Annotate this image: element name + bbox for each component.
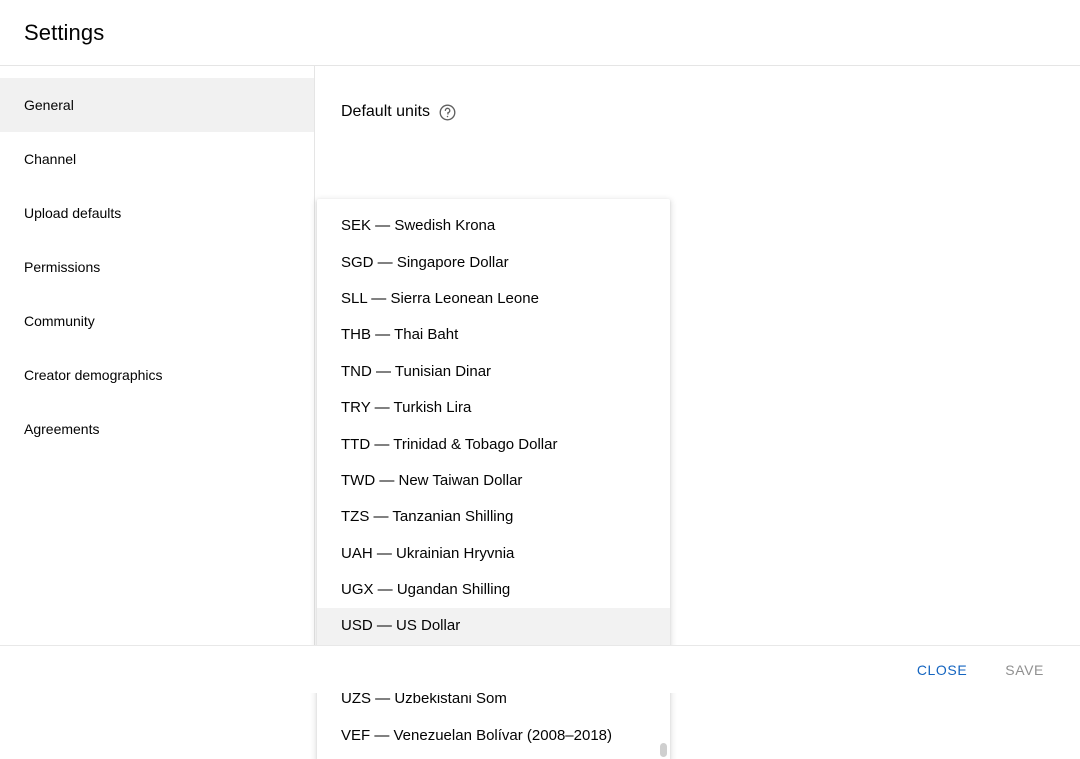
dialog-footer: Close Save xyxy=(0,645,1080,693)
dropdown-option[interactable]: UAH — Ukrainian Hryvnia xyxy=(317,536,670,572)
default-units-label: Default units xyxy=(341,101,430,123)
dropdown-option-label: TND — Tunisian Dinar xyxy=(341,362,491,382)
sidebar-item-label: Upload defaults xyxy=(24,203,121,223)
dropdown-option[interactable]: THB — Thai Baht xyxy=(317,317,670,353)
settings-dialog: Settings General Channel Upload defaults Pe… xyxy=(0,0,1080,693)
dropdown-option-label: TTD — Trinidad & Tobago Dollar xyxy=(341,435,557,455)
dropdown-option[interactable]: SEK — Swedish Krona xyxy=(317,208,670,244)
sidebar-item-label: General xyxy=(24,95,74,115)
dropdown-option[interactable]: TWD — New Taiwan Dollar xyxy=(317,463,670,499)
sidebar-item-creator-demographics[interactable]: Creator demographics xyxy=(0,348,314,402)
dropdown-option[interactable]: SGD — Singapore Dollar xyxy=(317,244,670,280)
dropdown-option[interactable]: SLL — Sierra Leonean Leone xyxy=(317,281,670,317)
sidebar-nav: General Channel Upload defaults Permissions… xyxy=(0,66,315,645)
sidebar-item-channel[interactable]: Channel xyxy=(0,132,314,186)
default-units-field-header: Default units xyxy=(341,100,1056,124)
sidebar-item-label: Community xyxy=(24,311,95,331)
dropdown-option[interactable]: TZS — Tanzanian Shilling xyxy=(317,499,670,535)
sidebar-item-permissions[interactable]: Permissions xyxy=(0,240,314,294)
dropdown-option[interactable]: TND — Tunisian Dinar xyxy=(317,354,670,390)
page-title: Settings xyxy=(24,19,104,47)
dropdown-option-label: TRY — Turkish Lira xyxy=(341,398,471,418)
help-circle-icon[interactable] xyxy=(438,103,457,122)
sidebar-item-label: Permissions xyxy=(24,257,100,277)
close-button[interactable]: Close xyxy=(903,654,981,686)
dropdown-option[interactable]: VEF — Venezuelan Bolívar (2008–2018) xyxy=(317,717,670,753)
dropdown-option-label: USD — US Dollar xyxy=(341,616,460,636)
dropdown-option-label: TZS — Tanzanian Shilling xyxy=(341,507,513,527)
dialog-body: General Channel Upload defaults Permissions… xyxy=(0,66,1080,645)
dropdown-option[interactable]: TRY — Turkish Lira xyxy=(317,390,670,426)
dropdown-option-label: UAH — Ukrainian Hryvnia xyxy=(341,544,514,564)
sidebar-item-general[interactable]: General xyxy=(0,78,314,132)
dropdown-option-label: SLL — Sierra Leonean Leone xyxy=(341,289,539,309)
sidebar-item-upload-defaults[interactable]: Upload defaults xyxy=(0,186,314,240)
dropdown-option-label: VEF — Venezuelan Bolívar (2008–2018) xyxy=(341,726,612,746)
dropdown-option-label: UGX — Ugandan Shilling xyxy=(341,580,510,600)
sidebar-item-label: Creator demographics xyxy=(24,365,163,385)
dialog-header: Settings xyxy=(0,0,1080,66)
dropdown-option-label: SGD — Singapore Dollar xyxy=(341,253,509,273)
dropdown-option[interactable]: USD — US Dollar xyxy=(317,608,670,644)
dropdown-option-label: SEK — Swedish Krona xyxy=(341,216,495,236)
sidebar-item-community[interactable]: Community xyxy=(0,294,314,348)
dropdown-option-label: THB — Thai Baht xyxy=(341,325,458,345)
save-button[interactable]: Save xyxy=(991,654,1058,686)
sidebar-item-label: Agreements xyxy=(24,419,99,439)
sidebar-item-agreements[interactable]: Agreements xyxy=(0,402,314,456)
dropdown-option[interactable]: UGX — Ugandan Shilling xyxy=(317,572,670,608)
sidebar-item-label: Channel xyxy=(24,149,76,169)
dropdown-option[interactable]: TTD — Trinidad & Tobago Dollar xyxy=(317,426,670,462)
dropdown-scrollbar-thumb[interactable] xyxy=(660,743,667,757)
dropdown-option-label: TWD — New Taiwan Dollar xyxy=(341,471,522,491)
